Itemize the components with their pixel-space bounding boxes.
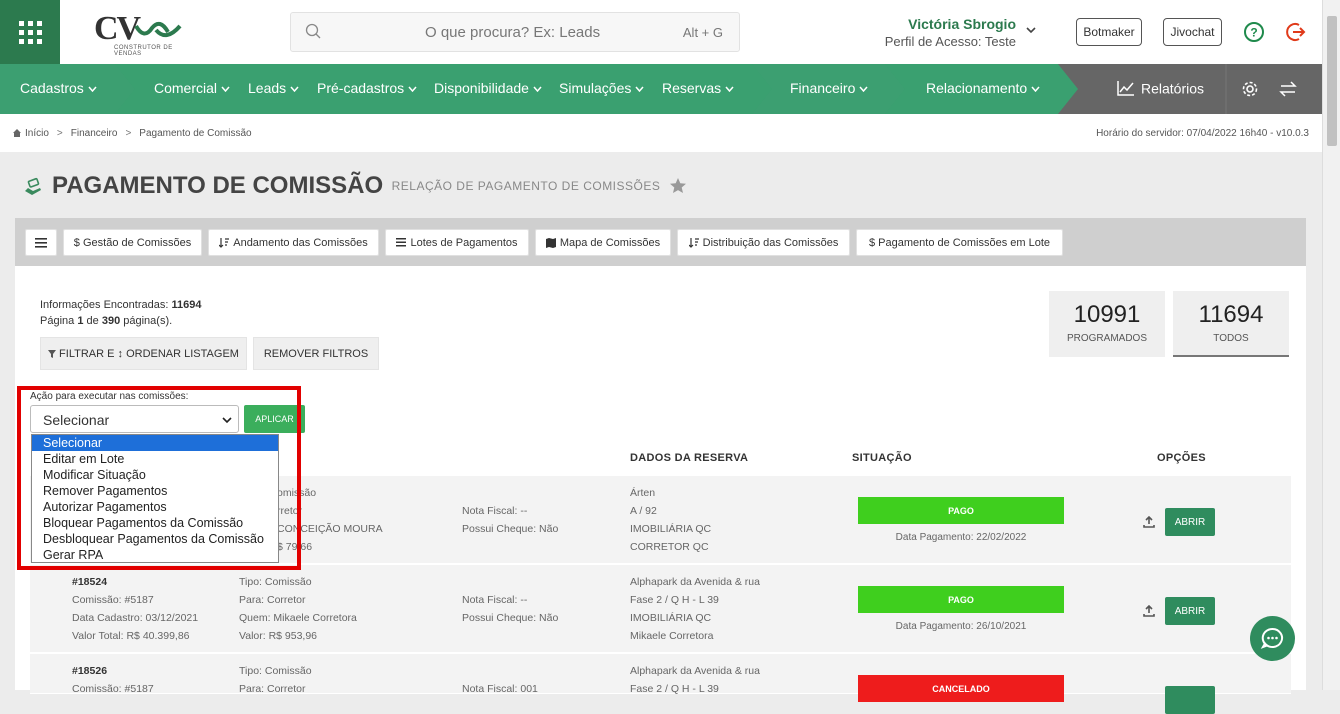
nav-relatorios[interactable]: Relatórios	[1117, 79, 1204, 96]
logo-subtitle: CONSTRUTOR DE VENDAS	[114, 45, 173, 57]
botmaker-button[interactable]: Botmaker	[1076, 18, 1142, 46]
hamburger-button[interactable]	[25, 229, 57, 256]
open-button[interactable]: ABRIR	[1165, 597, 1215, 625]
header-dados-reserva: DADOS DA RESERVA	[630, 452, 749, 464]
money-hand-icon	[25, 177, 41, 195]
nav-cadastros[interactable]: Cadastros	[20, 80, 97, 96]
stat-todos[interactable]: 11694 TODOS	[1173, 291, 1289, 357]
row-col-reserva: Árten A / 92 IMOBILIÁRIA QC CORRETOR QC	[630, 487, 712, 553]
svg-text:?: ?	[1250, 26, 1257, 40]
tab-andamento-comissoes[interactable]: Andamento das Comissões	[208, 229, 379, 256]
header-situacao: SITUAÇÃO	[852, 452, 912, 464]
chat-icon	[1260, 627, 1284, 649]
header-opcoes: OPÇÕES	[1157, 452, 1206, 464]
nav-financeiro[interactable]: Financeiro	[790, 80, 868, 96]
breadcrumb-current: Pagamento de Comissão	[139, 128, 252, 139]
chevron-down-icon[interactable]	[1025, 24, 1037, 36]
open-button[interactable]: ABRIR	[1165, 508, 1215, 536]
page-subtitle: RELAÇÃO DE PAGAMENTO DE COMISSÕES	[391, 179, 661, 193]
chat-button[interactable]	[1250, 616, 1295, 661]
upload-icon[interactable]	[1143, 605, 1155, 617]
remove-filters-button[interactable]: REMOVER FILTROS	[253, 337, 379, 370]
payment-date: Data Pagamento: 22/02/2022	[895, 532, 1027, 543]
filter-icon	[48, 349, 57, 358]
chart-line-icon	[1117, 81, 1134, 97]
row-col-id: #18524 Comissão: #5187 Data Cadastro: 03/1…	[72, 576, 199, 642]
filter-order-button[interactable]: FILTRAR E ↕ ORDENAR LISTAGEM	[40, 337, 247, 370]
star-icon[interactable]	[669, 177, 687, 195]
row-col-nota: Nota Fiscal: 001	[462, 683, 538, 695]
nav-reservas[interactable]: Reservas	[662, 80, 734, 96]
row-col-tipo: Tipo: Comissão Para: Corretor Quem: Mikael…	[239, 576, 357, 642]
table-row[interactable]: #18526 Comissão: #5187 Tipo: Comissão Para…	[30, 654, 1291, 714]
apps-menu-button[interactable]	[0, 0, 60, 64]
nav-leads[interactable]: Leads	[248, 80, 299, 96]
logout-icon[interactable]	[1285, 21, 1307, 43]
map-icon	[545, 237, 556, 248]
main-nav: Cadastros Comercial Leads Pré-cadastros …	[0, 64, 1322, 114]
user-menu[interactable]: Victória Sbrogio Perfil de Acesso: Teste	[885, 16, 1016, 49]
jivochat-button[interactable]: Jivochat	[1163, 18, 1222, 46]
status-badge: CANCELADO	[858, 675, 1064, 702]
home-icon	[13, 129, 21, 137]
help-icon[interactable]: ?	[1243, 21, 1265, 43]
breadcrumb-bar: Início > Financeiro > Pagamento de Comissão …	[0, 114, 1322, 152]
user-name: Victória Sbrogio	[908, 16, 1016, 32]
top-bar: CV CONSTRUTOR DE VENDAS O que procura? E…	[0, 0, 1322, 64]
tab-lotes-pagamentos[interactable]: Lotes de Pagamentos	[385, 229, 529, 256]
logo[interactable]: CV CONSTRUTOR DE VENDAS	[90, 10, 190, 57]
tab-gestao-comissoes[interactable]: $ Gestão de Comissões	[63, 229, 202, 256]
nav-pre-cadastros[interactable]: Pré-cadastros	[317, 80, 417, 96]
nav-simulacoes[interactable]: Simulações	[559, 80, 644, 96]
row-col-nota: Nota Fiscal: -- Possui Cheque: Não	[462, 594, 559, 624]
page-title-block: PAGAMENTO DE COMISSÃO RELAÇÃO DE PAGAMEN…	[52, 172, 687, 200]
table-row[interactable]: #18524 Comissão: #5187 Data Cadastro: 03/1…	[30, 565, 1291, 653]
results-info: Informações Encontradas: 11694 Página 1 …	[40, 299, 202, 327]
tab-pagamento-lote[interactable]: $ Pagamento de Comissões em Lote	[856, 229, 1063, 256]
status-badge: PAGO	[858, 586, 1064, 613]
logo-text: CV	[94, 10, 141, 47]
sort-icon	[688, 237, 699, 248]
breadcrumb: Início > Financeiro > Pagamento de Comissão	[12, 128, 252, 139]
scrollbar[interactable]	[1322, 0, 1340, 690]
nav-disponibilidade[interactable]: Disponibilidade	[434, 80, 542, 96]
breadcrumb-financeiro[interactable]: Financeiro	[71, 128, 118, 139]
upload-icon[interactable]	[1143, 516, 1155, 528]
list-icon	[396, 238, 407, 247]
breadcrumb-home[interactable]: Início	[25, 128, 49, 139]
gear-icon[interactable]	[1241, 80, 1259, 98]
page-title: PAGAMENTO DE COMISSÃO	[52, 172, 384, 199]
stat-programados[interactable]: 10991 PROGRAMADOS	[1049, 291, 1165, 357]
tab-mapa-comissoes[interactable]: Mapa de Comissões	[535, 229, 671, 256]
row-col-id: #18526 Comissão: #5187	[72, 665, 154, 695]
menu-icon	[35, 237, 47, 248]
scrollbar-thumb[interactable]	[1327, 16, 1337, 146]
grid-icon	[18, 20, 42, 44]
nav-relacionamento[interactable]: Relacionamento	[926, 80, 1040, 96]
search-placeholder: O que procura? Ex: Leads	[425, 24, 601, 41]
tab-distribuicao-comissoes[interactable]: Distribuição das Comissões	[677, 229, 850, 256]
sort-icon	[219, 237, 230, 248]
server-time: Horário do servidor: 07/04/2022 16h40 - …	[1096, 128, 1309, 139]
tabs-bar: $ Gestão de Comissões Andamento das Comi…	[15, 218, 1306, 266]
user-profile: Perfil de Acesso: Teste	[884, 34, 1016, 49]
highlight-box	[17, 386, 301, 570]
row-col-nota: Nota Fiscal: -- Possui Cheque: Não	[462, 505, 559, 535]
nav-comercial[interactable]: Comercial	[154, 80, 230, 96]
search-shortcut: Alt + G	[682, 25, 723, 40]
swap-arrows-icon[interactable]	[1279, 81, 1297, 97]
row-col-reserva: Alphapark da Avenida & rua Fase 2 / Q H -…	[630, 576, 760, 642]
logo-wave-icon	[134, 21, 182, 38]
row-col-tipo: Tipo: Comissão Para: Corretor	[239, 665, 312, 695]
search-icon	[305, 23, 321, 39]
payment-date: Data Pagamento: 26/10/2021	[895, 621, 1027, 632]
status-badge: PAGO	[858, 497, 1064, 524]
open-button[interactable]	[1165, 686, 1215, 714]
search-input[interactable]: O que procura? Ex: Leads Alt + G	[290, 12, 740, 52]
row-col-reserva: Alphapark da Avenida & rua Fase 2 / Q H -…	[630, 665, 760, 695]
